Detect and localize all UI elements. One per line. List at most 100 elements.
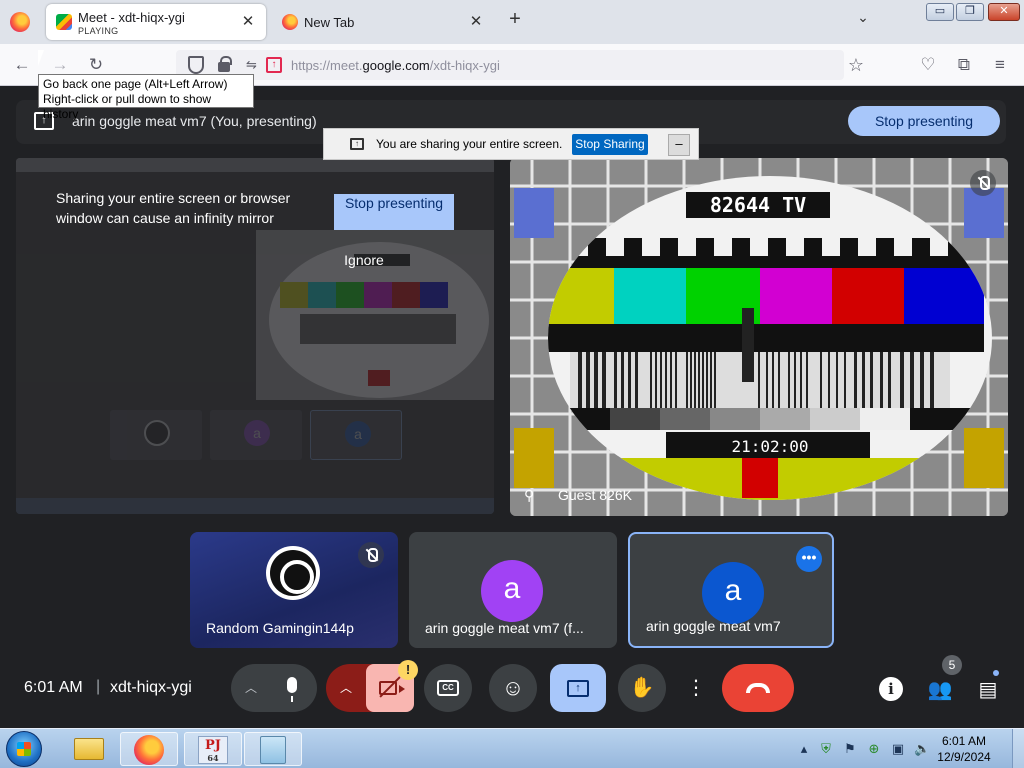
tab-title: New Tab xyxy=(304,15,355,30)
window-minimize-button[interactable]: ▭ xyxy=(926,3,954,21)
end-call-icon xyxy=(746,683,770,693)
taskbar-clock[interactable]: 6:01 AM 12/9/2024 xyxy=(934,733,994,765)
project64-icon: PJ 64 xyxy=(198,736,228,764)
forward-arrow-icon[interactable]: → xyxy=(50,55,70,75)
participant-tile-arin-f[interactable]: a arin goggle meat vm7 (f... xyxy=(409,532,617,648)
participant-tile-random-gaming[interactable]: Random Gamingin144p xyxy=(190,532,398,648)
leave-call-button[interactable] xyxy=(722,664,794,712)
lock-icon[interactable] xyxy=(218,56,232,72)
avatar: a xyxy=(702,562,764,624)
participant-name: arin goggle meat vm7 (f... xyxy=(425,620,584,636)
meet-call-area: ↑ arin goggle meat vm7 (You, presenting)… xyxy=(0,86,1024,728)
tooltip-line: Right-click or pull down to show history xyxy=(43,92,212,121)
screen-share-icon: ↑ xyxy=(350,138,364,150)
chevron-up-icon[interactable]: ︿ xyxy=(340,664,352,712)
meeting-code: xdt-hiqx-ygi xyxy=(110,679,192,696)
participant-count-badge: 5 xyxy=(942,655,962,675)
reload-icon[interactable]: ↻ xyxy=(86,55,106,75)
muted-mic-icon xyxy=(970,170,996,196)
camera-warning-badge: ! xyxy=(398,660,418,680)
closed-captions-icon: CC xyxy=(437,680,459,696)
chat-notification-dot xyxy=(993,670,999,676)
tab-meet[interactable]: Meet - xdt-hiqx-ygi PLAYING ✕ xyxy=(46,4,266,40)
screen-sharing-indicator-icon[interactable]: ↑ xyxy=(266,57,282,73)
minimize-notice-button[interactable]: – xyxy=(668,134,690,156)
window-maximize-button[interactable]: ❐ xyxy=(956,3,984,21)
new-tab-button[interactable]: + xyxy=(504,8,526,31)
chat-icon[interactable]: ▤ xyxy=(975,677,1001,701)
tab-title: Meet - xdt-hiqx-ygi xyxy=(78,10,185,25)
mouse-pointer-icon xyxy=(38,50,50,66)
taskbar-explorer[interactable] xyxy=(60,732,118,766)
obs-logo-icon xyxy=(266,546,320,600)
meeting-clock: 6:01 AM xyxy=(24,679,83,696)
captions-button[interactable]: CC xyxy=(424,664,472,712)
list-all-tabs-icon[interactable]: ⌄ xyxy=(852,9,874,31)
address-bar[interactable]: ⇋ ↑ https://meet.google.com/xdt-hiqx-ygi… xyxy=(176,50,864,80)
taskbar-date: 12/9/2024 xyxy=(937,750,991,764)
meeting-details-icon[interactable]: i xyxy=(879,677,903,701)
pin-icon[interactable]: ⚲ xyxy=(524,487,538,505)
tab-playing-label: PLAYING xyxy=(78,26,119,36)
show-hidden-icons-icon[interactable]: ▴ xyxy=(796,741,812,757)
divider: | xyxy=(96,678,101,695)
pocket-icon[interactable]: ♡ xyxy=(918,55,938,75)
extensions-puzzle-icon[interactable]: ⧉ xyxy=(954,55,974,75)
guest-video-tile[interactable]: 82644 TV 21:02:00 ⚲ Guest 826K xyxy=(510,158,1008,516)
warning-stop-presenting-button[interactable]: Stop presenting xyxy=(334,194,454,230)
folder-icon xyxy=(74,738,104,760)
security-shield-icon[interactable]: ⛨ xyxy=(818,741,834,757)
network-computer-icon[interactable]: ▣ xyxy=(890,741,906,757)
more-options-icon[interactable]: ••• xyxy=(796,546,822,572)
raise-hand-button[interactable]: ✋ xyxy=(618,664,666,712)
url-text: https://meet.google.com/xdt-hiqx-ygi xyxy=(291,58,500,73)
back-arrow-icon[interactable]: ← xyxy=(12,55,32,75)
self-presentation-tile: a a Sharing your entire screen or browse… xyxy=(16,158,494,514)
tooltip-line: Go back one page (Alt+Left Arrow) xyxy=(43,77,228,91)
bookmark-star-icon[interactable]: ☆ xyxy=(848,55,864,76)
volume-icon[interactable]: 🔈 xyxy=(914,741,930,757)
reactions-button[interactable]: ☺ xyxy=(489,664,537,712)
taskbar-project64[interactable]: PJ 64 xyxy=(184,732,242,766)
notepad-icon xyxy=(260,736,286,764)
people-icon[interactable]: 👥 xyxy=(927,677,953,701)
participant-name: arin goggle meat vm7 xyxy=(646,618,781,634)
present-screen-icon: ↑ xyxy=(567,680,589,697)
stop-presenting-button[interactable]: Stop presenting xyxy=(848,106,1000,136)
avatar: a xyxy=(481,560,543,622)
emoji-icon: ☺ xyxy=(501,675,525,700)
app-menu-icon[interactable]: ≡ xyxy=(990,55,1010,75)
participant-tile-arin-self[interactable]: a ••• arin goggle meat vm7 xyxy=(628,532,834,648)
windows-taskbar: PJ 64 ▴ ⛨ ⚑ ⊕ ▣ 🔈 6:01 AM 12/9/2024 xyxy=(0,728,1024,768)
screen: Meet - xdt-hiqx-ygi PLAYING ✕ New Tab ✕ … xyxy=(0,0,1024,768)
screen-share-notification: ↑ You are sharing your entire screen. St… xyxy=(323,128,699,160)
microphone-icon[interactable] xyxy=(287,677,297,702)
participant-name: Random Gamingin144p xyxy=(206,620,354,636)
action-center-flag-icon[interactable]: ⚑ xyxy=(842,741,858,757)
pj-sub-label: 64 xyxy=(207,753,219,763)
firefox-icon xyxy=(134,735,164,765)
tab-close-icon[interactable]: ✕ xyxy=(238,12,258,30)
more-vertical-icon: ⋮ xyxy=(686,677,706,699)
stop-sharing-button[interactable]: Stop Sharing xyxy=(572,134,648,155)
permissions-icon[interactable]: ⇋ xyxy=(246,57,262,73)
tab-close-icon[interactable]: ✕ xyxy=(466,12,486,30)
participant-name: Guest 826K xyxy=(558,487,632,503)
tab-new-tab[interactable]: New Tab ✕ xyxy=(272,4,494,40)
start-button[interactable] xyxy=(6,731,42,767)
taskbar-time: 6:01 AM xyxy=(941,734,987,748)
google-meet-icon xyxy=(56,14,72,30)
tv-test-card: 82644 TV 21:02:00 xyxy=(510,158,1008,516)
show-desktop-button[interactable] xyxy=(1012,729,1024,768)
warning-ignore-button[interactable]: Ignore xyxy=(334,252,394,268)
more-options-button[interactable]: ⋮ xyxy=(683,664,709,712)
window-close-button[interactable]: ✕ xyxy=(988,3,1020,21)
present-now-button[interactable]: ↑ xyxy=(550,664,606,712)
tracking-protection-shield-icon[interactable] xyxy=(188,56,204,74)
network-globe-icon[interactable]: ⊕ xyxy=(866,741,882,757)
taskbar-notepad[interactable] xyxy=(244,732,302,766)
firefox-view-icon[interactable] xyxy=(10,12,30,32)
back-button-tooltip: Go back one page (Alt+Left Arrow) Right-… xyxy=(38,74,254,121)
taskbar-firefox[interactable] xyxy=(120,732,178,766)
chevron-up-icon[interactable]: ︿ xyxy=(245,664,257,712)
